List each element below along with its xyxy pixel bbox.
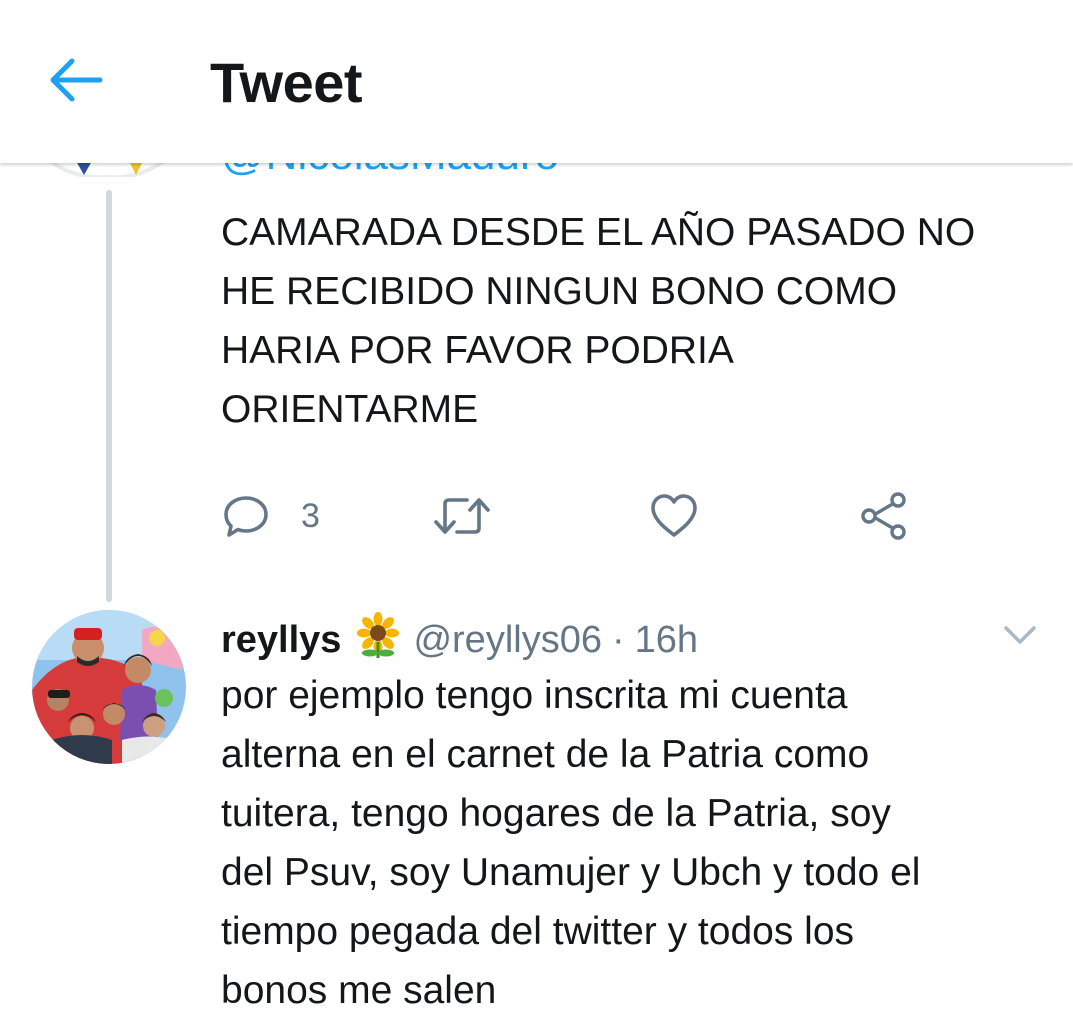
top-app-bar: Tweet [0, 0, 1073, 163]
text-line: bonos me salen [221, 969, 497, 1012]
text-line: por ejemplo tengo inscrita mi cuenta [221, 674, 848, 717]
text-line: CAMARADA DESDE EL AÑO PASADO NO [221, 211, 976, 254]
thread-connector [106, 190, 112, 602]
user-handle[interactable]: @reyllys06 [413, 619, 602, 662]
retweet-icon [434, 498, 490, 534]
separator-dot: · [611, 618, 625, 661]
text-line: HE RECIBIDO NINGUN BONO COMO [221, 270, 898, 313]
avatar[interactable] [32, 610, 186, 764]
parent-tweet-text: CAMARADA DESDE EL AÑO PASADO NO HE RECIB… [221, 203, 1061, 439]
reply-button[interactable]: 3 [221, 486, 320, 546]
tweet-menu-button[interactable] [1000, 620, 1040, 650]
sunflower-emoji [355, 612, 401, 668]
reply-icon [224, 496, 268, 537]
text-line: tuitera, tengo hogares de la Patria, soy [221, 792, 891, 835]
retweet-button[interactable] [433, 486, 491, 546]
arrow-left-icon [50, 58, 103, 102]
text-line: HARIA POR FAVOR PODRIA [221, 329, 734, 372]
share-icon [861, 492, 906, 540]
page-title: Tweet [210, 51, 363, 114]
heart-icon [651, 494, 697, 537]
text-line: tiempo pegada del twitter y todos los [221, 910, 855, 953]
tweet-header: reyllys @reyllys06 · 16h [221, 612, 698, 668]
reply-count: 3 [301, 496, 320, 535]
chevron-down-icon [1004, 626, 1036, 644]
back-button[interactable] [40, 50, 112, 110]
timestamp[interactable]: 16h [635, 619, 698, 662]
tweet-action-bar: 3 [221, 486, 921, 546]
reply-tweet-text: por ejemplo tengo inscrita mi cuenta alt… [221, 666, 1061, 1020]
share-button[interactable] [858, 486, 910, 546]
text-line: del Psuv, soy Unamujer y Ubch y todo el [221, 851, 921, 894]
like-button[interactable] [648, 486, 700, 546]
text-line: ORIENTARME [221, 388, 479, 431]
display-name[interactable]: reyllys [221, 619, 341, 662]
text-line: alterna en el carnet de la Patria como [221, 733, 870, 776]
